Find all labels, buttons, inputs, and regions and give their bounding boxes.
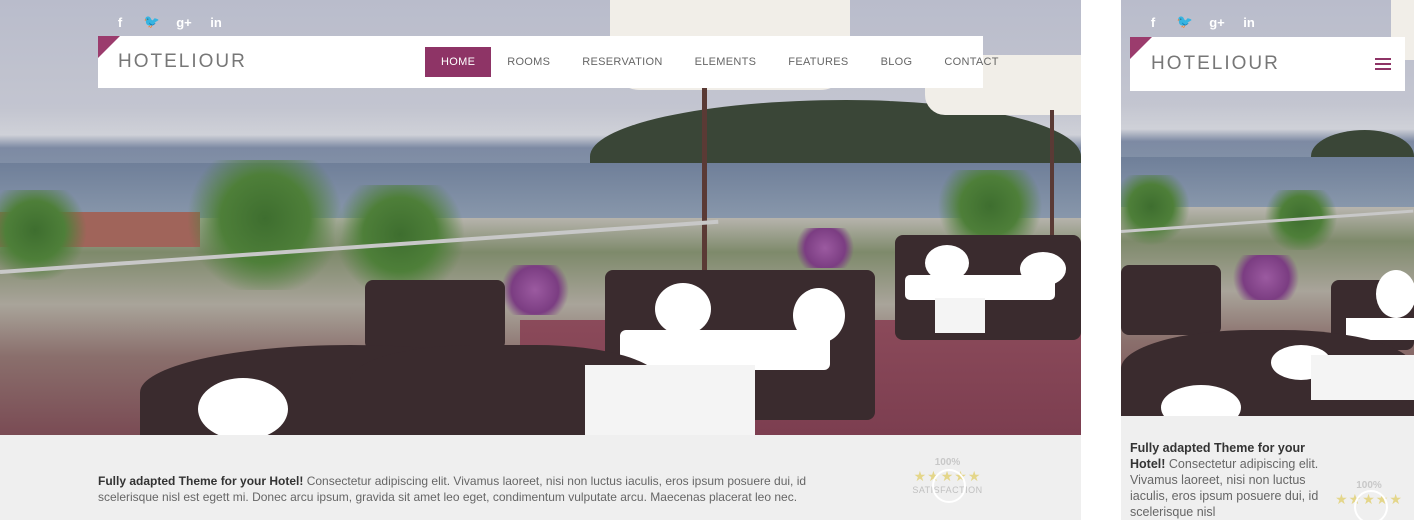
coffee-table [1311, 355, 1414, 400]
linkedin-icon[interactable]: in [206, 12, 226, 32]
header-bar: HOTELIOUR [1130, 37, 1405, 91]
site-logo[interactable]: HOTELIOUR [118, 51, 247, 73]
palm-tree [180, 160, 350, 290]
coffee-table [935, 298, 985, 333]
pillow [198, 378, 288, 435]
flower-pot [1226, 255, 1306, 300]
menu-toggle-icon[interactable] [1375, 58, 1391, 70]
nav-item-reservation[interactable]: RESERVATION [566, 47, 678, 77]
wicker-chair [365, 280, 505, 350]
pillow [1376, 270, 1414, 318]
mobile-preview: f 🐦 g+ in HOTELIOUR Fully adapted Theme … [1121, 0, 1414, 520]
nav-item-blog[interactable]: BLOG [865, 47, 929, 77]
pillow [1020, 252, 1066, 286]
hill [1311, 130, 1414, 160]
satisfaction-rating: 100% ★★★★★ [1327, 480, 1411, 520]
intro-paragraph: Fully adapted Theme for your Hotel! Cons… [1130, 440, 1320, 520]
social-links: f 🐦 g+ in [110, 12, 226, 32]
facebook-icon[interactable]: f [1143, 12, 1163, 32]
intro-section: Fully adapted Theme for your Hotel! Cons… [1121, 416, 1414, 520]
main-nav: HOME ROOMS RESERVATION ELEMENTS FEATURES… [425, 47, 1015, 77]
nav-item-features[interactable]: FEATURES [772, 47, 864, 77]
facebook-icon[interactable]: f [110, 12, 130, 32]
site-logo[interactable]: HOTELIOUR [1151, 53, 1280, 75]
pillow [793, 288, 845, 343]
sea [0, 163, 1081, 218]
google-plus-icon[interactable]: g+ [1207, 12, 1227, 32]
social-links: f 🐦 g+ in [1143, 12, 1259, 32]
rating-ring [1354, 490, 1388, 520]
coffee-table [585, 365, 755, 435]
cushion [620, 330, 830, 370]
rating-ring [932, 469, 966, 503]
desktop-preview: f 🐦 g+ in HOTELIOUR HOME ROOMS RESERVATI… [0, 0, 1081, 520]
google-plus-icon[interactable]: g+ [174, 12, 194, 32]
flower-pot [790, 228, 860, 268]
twitter-icon[interactable]: 🐦 [1175, 12, 1195, 32]
intro-paragraph: Fully adapted Theme for your Hotel! Cons… [98, 473, 858, 505]
pillow [655, 283, 711, 335]
logo-corner-accent [98, 36, 120, 58]
umbrella-pole [702, 80, 707, 280]
nav-item-home[interactable]: HOME [425, 47, 492, 77]
intro-section: Fully adapted Theme for your Hotel! Cons… [0, 435, 1081, 520]
nav-item-contact[interactable]: CONTACT [928, 47, 1014, 77]
linkedin-icon[interactable]: in [1239, 12, 1259, 32]
umbrella-pole [1050, 110, 1054, 250]
palm-tree [1121, 175, 1191, 245]
wicker-chair [1121, 265, 1221, 335]
nav-item-rooms[interactable]: ROOMS [491, 47, 566, 77]
rating-percent: 100% [934, 457, 961, 468]
nav-item-elements[interactable]: ELEMENTS [679, 47, 773, 77]
header-bar: HOTELIOUR HOME ROOMS RESERVATION ELEMENT… [98, 36, 998, 88]
intro-bold: Fully adapted Theme for your Hotel! [98, 474, 304, 488]
flower-pot [495, 265, 575, 315]
pillow [925, 245, 969, 281]
logo-corner-accent [1130, 37, 1152, 59]
satisfaction-rating: 100% ★★★★★ SATISFACTION [905, 457, 990, 503]
twitter-icon[interactable]: 🐦 [142, 12, 162, 32]
